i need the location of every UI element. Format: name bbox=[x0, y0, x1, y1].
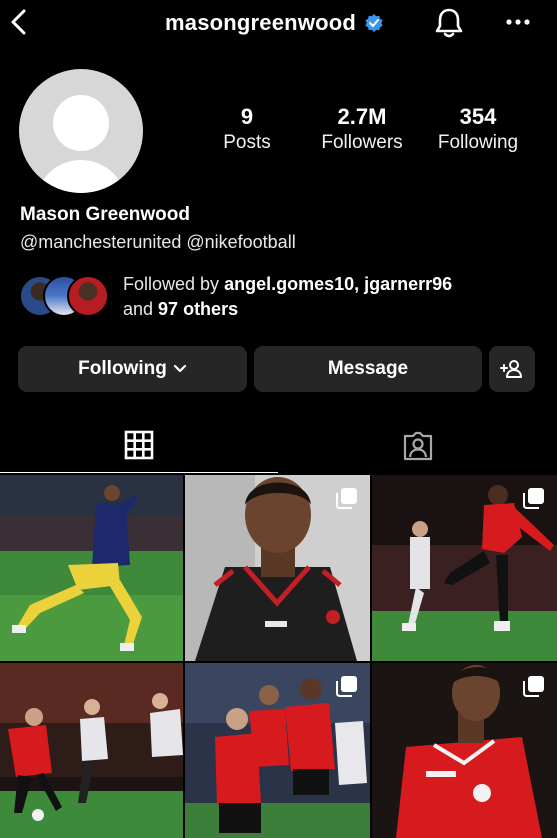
username: masongreenwood bbox=[165, 10, 357, 35]
mutual-avatar-3 bbox=[67, 275, 109, 317]
full-name: Mason Greenwood bbox=[20, 204, 190, 225]
posts-label: Posts bbox=[223, 132, 271, 153]
posts-count: 9 bbox=[240, 104, 254, 129]
following-label: Following bbox=[437, 132, 519, 153]
message-button[interactable]: Message bbox=[254, 346, 482, 392]
followed-by-prefix: Followed by bbox=[123, 274, 225, 294]
posts-grid bbox=[0, 475, 557, 838]
post-thumbnail-4[interactable] bbox=[0, 663, 183, 838]
post-thumbnail-6[interactable] bbox=[372, 663, 557, 838]
avatar-body-shape bbox=[35, 160, 127, 193]
followers-label: Followers bbox=[321, 132, 403, 153]
tagged-person-icon bbox=[403, 431, 433, 460]
message-button-label: Message bbox=[327, 358, 409, 379]
following-button-label: Following bbox=[78, 358, 167, 379]
followed-by-names: angel.gomes10, jgarnerr96 bbox=[224, 274, 453, 294]
stat-posts[interactable]: 9 Posts bbox=[210, 104, 284, 156]
carousel-icon bbox=[523, 488, 544, 509]
suggested-users-button[interactable] bbox=[489, 346, 535, 392]
followed-by-others: 97 others bbox=[158, 299, 239, 319]
carousel-icon bbox=[336, 488, 357, 509]
post-image-4 bbox=[0, 663, 183, 838]
followed-by-text[interactable]: Followed by angel.gomes10, jgarnerr96 an… bbox=[123, 272, 452, 322]
post-thumbnail-3[interactable] bbox=[372, 475, 557, 661]
back-arrow-icon[interactable] bbox=[6, 6, 32, 38]
post-thumbnail-1[interactable] bbox=[0, 475, 183, 661]
stat-followers[interactable]: 2.7M Followers bbox=[313, 104, 411, 156]
more-options-icon[interactable] bbox=[500, 8, 536, 36]
verified-badge-icon bbox=[365, 14, 383, 32]
post-image-1 bbox=[0, 475, 183, 661]
tab-tagged[interactable] bbox=[279, 418, 557, 473]
following-count: 354 bbox=[459, 104, 497, 129]
bio-mentions[interactable]: @manchesterunited @nikefootball bbox=[20, 232, 296, 253]
carousel-icon bbox=[336, 676, 357, 697]
avatar-head-shape bbox=[53, 95, 109, 151]
carousel-icon bbox=[523, 676, 544, 697]
post-thumbnail-5[interactable] bbox=[185, 663, 370, 838]
grid-icon bbox=[124, 430, 154, 460]
following-button[interactable]: Following bbox=[18, 346, 247, 392]
tab-posts-grid[interactable] bbox=[0, 418, 278, 473]
username-header: masongreenwood bbox=[165, 8, 384, 38]
stat-following[interactable]: 354 Following bbox=[430, 104, 526, 156]
add-user-icon bbox=[500, 360, 522, 378]
profile-avatar[interactable] bbox=[19, 69, 143, 193]
followed-by-and: and bbox=[123, 299, 159, 319]
post-thumbnail-2[interactable] bbox=[185, 475, 370, 661]
mutual-follower-avatars[interactable] bbox=[19, 275, 109, 319]
followers-count: 2.7M bbox=[337, 104, 387, 129]
bell-icon[interactable] bbox=[432, 6, 466, 40]
chevron-down-icon bbox=[173, 364, 186, 373]
top-bar: masongreenwood bbox=[0, 0, 557, 46]
